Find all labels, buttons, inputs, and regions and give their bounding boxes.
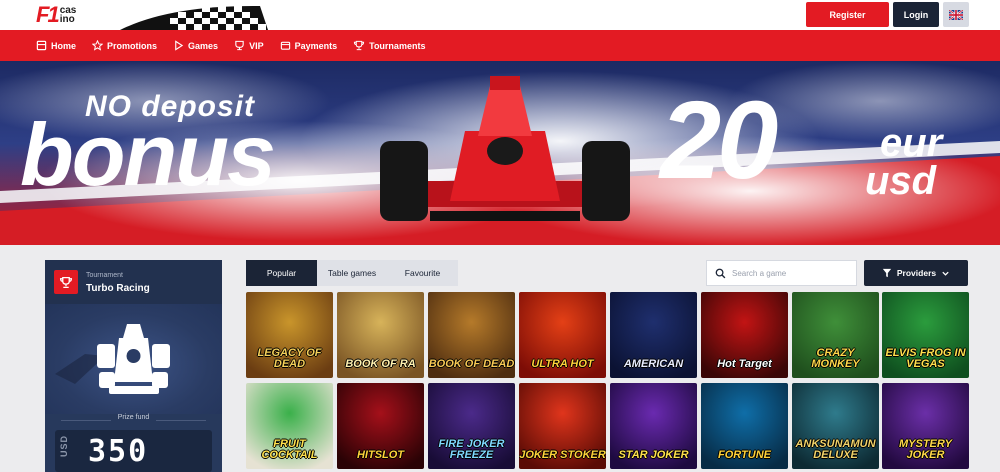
filter-icon — [882, 268, 892, 278]
main-nav: Home Promotions Games VIP Payments Tourn… — [0, 30, 1000, 61]
game-tile[interactable]: JOKER STOKER — [519, 383, 606, 469]
game-tile[interactable]: CRAZY MONKEY — [792, 292, 879, 378]
game-title: BOOK OF RA — [345, 358, 416, 370]
game-tile[interactable]: FORTUNE — [701, 383, 788, 469]
top-bar: F1 cas ino Register Login — [0, 0, 1000, 30]
game-title: ANKSUNAMUN DELUXE — [795, 438, 876, 461]
game-title: STAR JOKER — [618, 449, 689, 461]
game-tile[interactable]: STAR JOKER — [610, 383, 697, 469]
game-title: FRUIT COCKTAIL — [261, 438, 318, 461]
nav-tournaments[interactable]: Tournaments — [353, 40, 425, 51]
providers-label: Providers — [896, 268, 937, 278]
prize-value: 350 — [88, 434, 149, 469]
tournament-name: Turbo Racing — [86, 283, 150, 294]
game-title: AMERICAN — [623, 358, 684, 370]
providers-button[interactable]: Providers — [864, 260, 968, 286]
game-tile[interactable]: ULTRA HOT — [519, 292, 606, 378]
promo-banner[interactable]: NO deposit bonus 20 eur usd — [0, 61, 1000, 245]
banner-cur2: usd — [865, 159, 937, 203]
banner-amount: 20 — [660, 79, 778, 202]
home-icon — [36, 40, 47, 51]
search-icon — [715, 268, 726, 278]
wallet-icon — [280, 41, 290, 50]
vip-icon — [235, 40, 244, 51]
nav-tournaments-label: Tournaments — [369, 40, 426, 51]
game-tile[interactable]: BOOK OF RA — [337, 292, 424, 378]
game-title: CRAZY MONKEY — [811, 347, 860, 370]
language-selector[interactable] — [943, 2, 969, 27]
game-tile[interactable]: HITSLOT — [337, 383, 424, 469]
game-title: HITSLOT — [356, 449, 405, 461]
game-tile[interactable]: LEGACY OF DEAD — [246, 292, 333, 378]
logo-mark: F1 — [36, 2, 60, 27]
tournament-label: Tournament — [86, 272, 123, 279]
tournament-header: Tournament Turbo Racing — [45, 260, 222, 304]
nav-payments[interactable]: Payments — [280, 40, 338, 51]
prize-currency: USD — [59, 435, 69, 458]
nav-promotions-label: Promotions — [107, 40, 158, 51]
nav-vip-label: VIP — [249, 40, 264, 51]
game-title: Hot Target — [717, 358, 772, 370]
tournament-trophy-badge — [54, 270, 78, 294]
nav-home-label: Home — [51, 40, 77, 51]
game-tile[interactable]: FIRE JOKER FREEZE — [428, 383, 515, 469]
checkered-flag-decoration — [120, 5, 268, 30]
game-tile[interactable]: BOOK OF DEAD — [428, 292, 515, 378]
nav-vip[interactable]: VIP — [234, 40, 264, 51]
game-tile[interactable]: AMERICAN — [610, 292, 697, 378]
tab-popular[interactable]: Popular — [246, 260, 317, 286]
game-title: LEGACY OF DEAD — [257, 347, 322, 370]
game-title: ULTRA HOT — [531, 358, 594, 370]
race-car-icon — [55, 324, 170, 394]
game-search — [706, 260, 857, 286]
nav-promotions[interactable]: Promotions — [92, 40, 157, 51]
trophy-icon — [59, 276, 73, 288]
f1-casino-logo[interactable]: F1 cas ino — [36, 4, 76, 26]
game-category-tabs: Popular Table games Favourite — [246, 260, 458, 286]
game-title: ELVIS FROG IN VEGAS — [885, 347, 966, 370]
logo-text: cas ino — [59, 6, 77, 25]
game-tile[interactable]: MYSTERY JOKER — [882, 383, 969, 469]
trophy-icon — [354, 40, 365, 51]
play-icon — [175, 40, 184, 51]
nav-games-label: Games — [188, 40, 219, 51]
tab-table-games[interactable]: Table games — [317, 260, 387, 286]
search-input[interactable] — [732, 268, 842, 278]
tab-favourite[interactable]: Favourite — [387, 260, 458, 286]
game-title: BOOK OF DEAD — [428, 358, 515, 370]
prize-fund-label: Prize fund — [117, 414, 150, 421]
nav-payments-label: Payments — [294, 40, 338, 51]
game-title: MYSTERY JOKER — [899, 438, 952, 461]
register-button[interactable]: Register — [806, 2, 889, 27]
game-tile[interactable]: Hot Target — [701, 292, 788, 378]
tournament-visual — [45, 304, 222, 414]
banner-cur1: eur — [880, 121, 943, 165]
login-button[interactable]: Login — [893, 2, 939, 27]
uk-flag-icon — [949, 9, 963, 20]
chevron-down-icon — [942, 271, 949, 276]
game-tile[interactable]: ANKSUNAMUN DELUXE — [792, 383, 879, 469]
banner-line2: bonus — [20, 105, 276, 204]
game-tile[interactable]: ELVIS FROG IN VEGAS — [882, 292, 969, 378]
logo-line2: ino — [59, 14, 75, 25]
game-title: FORTUNE — [718, 449, 771, 461]
nav-home[interactable]: Home — [36, 40, 76, 51]
game-title: JOKER STOKER — [519, 449, 606, 461]
game-tile[interactable]: FRUIT COCKTAIL — [246, 383, 333, 469]
star-icon — [92, 40, 104, 51]
nav-games[interactable]: Games — [173, 40, 218, 51]
game-title: FIRE JOKER FREEZE — [438, 438, 505, 461]
